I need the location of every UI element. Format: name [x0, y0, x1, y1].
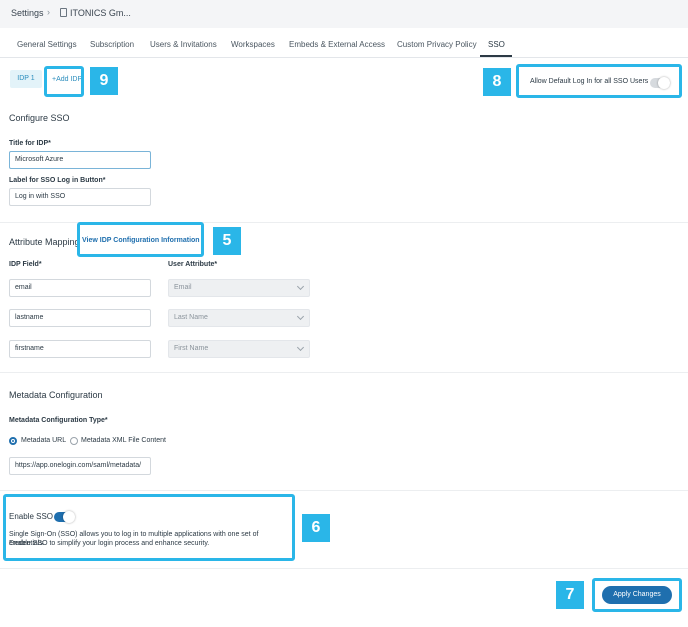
idp-tab-1[interactable]: IDP 1 — [10, 70, 42, 88]
divider — [0, 490, 688, 491]
user-attribute-value: Email — [174, 284, 192, 291]
chevron-down-icon — [296, 343, 305, 352]
tab-users-invitations[interactable]: Users & Invitations — [150, 40, 217, 49]
active-tab-indicator — [480, 55, 512, 57]
breadcrumb-org[interactable]: ITONICS Gm... — [70, 8, 131, 18]
tab-workspaces[interactable]: Workspaces — [231, 40, 275, 49]
attribute-mapping-heading: Attribute Mapping — [9, 237, 80, 247]
breadcrumb-settings[interactable]: Settings — [11, 8, 44, 18]
user-attribute-select-email[interactable]: Email — [168, 279, 310, 297]
user-attribute-header: User Attribute* — [168, 261, 218, 268]
breadcrumb: Settings › ITONICS Gm... — [0, 0, 688, 28]
toggle-knob — [63, 511, 75, 523]
chevron-down-icon — [296, 312, 305, 321]
tab-custom-privacy-policy[interactable]: Custom Privacy Policy — [397, 40, 477, 49]
divider — [0, 568, 688, 569]
enable-sso-description-line-2: Enable SSO to simplify your login proces… — [9, 540, 210, 547]
enable-sso-label: Enable SSO — [9, 512, 54, 521]
apply-changes-button[interactable]: Apply Changes — [602, 586, 672, 604]
metadata-configuration-heading: Metadata Configuration — [9, 390, 103, 400]
user-attribute-value: Last Name — [174, 314, 208, 321]
metadata-url-radio[interactable] — [9, 437, 17, 445]
metadata-url-input[interactable]: https://app.onelogin.com/saml/metadata/ — [9, 457, 151, 475]
callout-badge-9: 9 — [90, 67, 118, 95]
user-attribute-value: First Name — [174, 345, 209, 352]
metadata-xml-label[interactable]: Metadata XML File Content — [81, 437, 166, 444]
callout-badge-8: 8 — [483, 68, 511, 96]
metadata-xml-radio[interactable] — [70, 437, 78, 445]
allow-default-login-toggle[interactable] — [650, 77, 670, 89]
breadcrumb-separator: › — [47, 7, 50, 17]
tab-embeds-external-access[interactable]: Embeds & External Access — [289, 40, 385, 49]
idp-field-input-email[interactable]: email — [9, 279, 151, 297]
allow-default-login-label: Allow Default Log In for all SSO Users — [530, 78, 649, 85]
metadata-url-label[interactable]: Metadata URL — [21, 437, 66, 444]
tab-sso[interactable]: SSO — [488, 40, 505, 49]
user-attribute-select-firstname[interactable]: First Name — [168, 340, 310, 358]
idp-field-input-lastname[interactable]: lastname — [9, 309, 151, 327]
idp-field-header: IDP Field* — [9, 261, 42, 268]
enable-sso-toggle[interactable] — [54, 511, 75, 523]
callout-badge-5: 5 — [213, 227, 241, 255]
divider — [0, 372, 688, 373]
settings-tabs: General Settings Subscription Users & In… — [0, 34, 688, 58]
sso-button-label-label: Label for SSO Log in Button* — [9, 177, 106, 184]
sso-button-label-input[interactable]: Log in with SSO — [9, 188, 151, 206]
highlight-enable-sso — [3, 494, 295, 561]
highlight-idp-configuration-link — [77, 222, 204, 257]
callout-badge-6: 6 — [302, 514, 330, 542]
title-for-idp-input[interactable]: Microsoft Azure — [9, 151, 151, 169]
document-icon — [60, 8, 67, 17]
title-for-idp-label: Title for IDP* — [9, 140, 51, 147]
tab-subscription[interactable]: Subscription — [90, 40, 134, 49]
configure-sso-heading: Configure SSO — [9, 113, 70, 123]
callout-badge-7: 7 — [556, 581, 584, 609]
toggle-knob — [658, 77, 670, 89]
idp-field-input-firstname[interactable]: firstname — [9, 340, 151, 358]
chevron-down-icon — [296, 282, 305, 291]
metadata-type-label: Metadata Configuration Type* — [9, 417, 108, 424]
tab-general-settings[interactable]: General Settings — [17, 40, 77, 49]
user-attribute-select-lastname[interactable]: Last Name — [168, 309, 310, 327]
highlight-add-idp — [44, 66, 84, 97]
